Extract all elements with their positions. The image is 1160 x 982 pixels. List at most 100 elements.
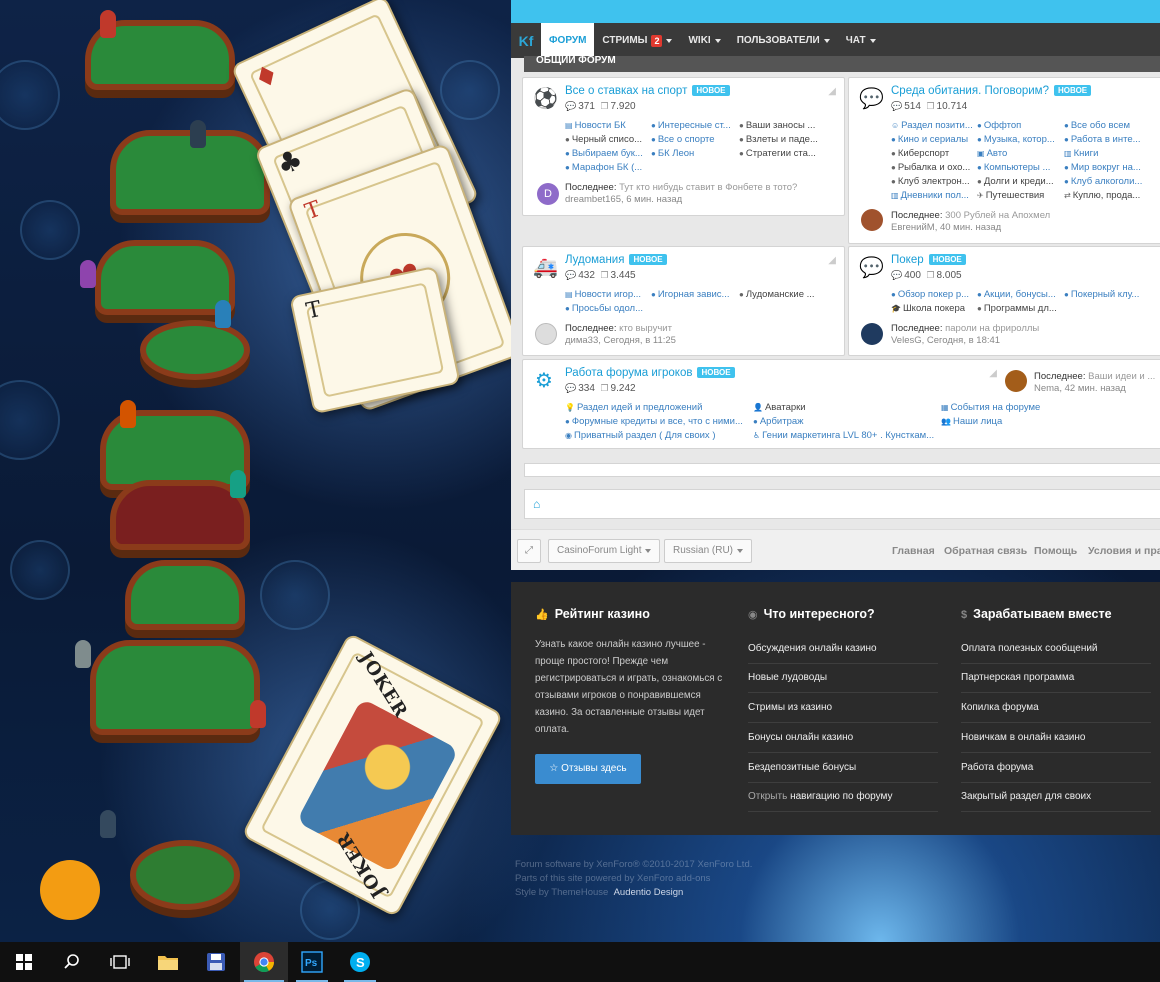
subforum-link[interactable]: ▥ Книги	[1064, 148, 1154, 159]
subforum-link[interactable]: ● Оффтоп	[977, 120, 1064, 131]
photoshop-taskbar-button[interactable]: Ps	[288, 942, 336, 982]
nav-wiki[interactable]: WIKI	[680, 23, 728, 58]
expand-icon[interactable]: ⤢	[517, 539, 541, 563]
subforum-link[interactable]: ● Киберспорт	[891, 148, 977, 159]
avatar[interactable]: D	[537, 183, 559, 205]
rss-icon[interactable]: ◢	[989, 368, 997, 379]
subforum-link[interactable]: ▦ События на форуме	[941, 402, 1091, 413]
subforum-link[interactable]: ● Арбитраж	[753, 416, 941, 427]
footer-link[interactable]: Новые лудоводы	[748, 672, 938, 693]
forum-title-link[interactable]: Работа форума игроков НОВОЕ	[565, 367, 735, 379]
site-logo[interactable]: Kf	[511, 23, 541, 58]
start-button[interactable]	[0, 942, 48, 982]
forum-title-link[interactable]: Покер НОВОЕ	[891, 254, 966, 266]
reviews-button[interactable]: ☆ Отзывы здесь	[535, 754, 641, 784]
subforum-link[interactable]: ▤ Новости игор...	[565, 289, 651, 300]
nav-streams[interactable]: СТРИМЫ 2	[594, 23, 680, 58]
save-app-button[interactable]	[192, 942, 240, 982]
subforum-link[interactable]: ◉ Приватный раздел ( Для своих )	[565, 430, 753, 441]
subforum-link[interactable]: 👥 Наши лица	[941, 416, 1091, 427]
subforum-link[interactable]: ● Долги и креди...	[977, 176, 1064, 187]
footer-link[interactable]: Бонусы онлайн казино	[748, 732, 938, 753]
subforum-link[interactable]: ● Клуб электрон...	[891, 176, 977, 187]
footer-link-terms[interactable]: Условия и правила	[1088, 545, 1160, 557]
subforum-link[interactable]: 👤 Аватарки	[753, 402, 941, 413]
footer-link-contact[interactable]: Обратная связь	[944, 545, 1027, 557]
last-post-link[interactable]: Ваши идеи и ...	[1088, 371, 1155, 382]
last-post-link[interactable]: Тут кто нибудь ставит в Фонбете в тото?	[619, 182, 797, 193]
footer-link[interactable]: Бездепозитные бонусы	[748, 762, 938, 783]
subforum-link[interactable]: ● Работа в инте...	[1064, 134, 1154, 145]
subforum-link[interactable]: ● Взлеты и паде...	[739, 134, 829, 145]
rss-icon[interactable]: ◢	[828, 255, 836, 266]
footer-link-home[interactable]: Главная	[892, 545, 935, 557]
subforum-link[interactable]: ✈ Путешествия	[977, 190, 1064, 201]
avatar[interactable]	[1005, 370, 1027, 392]
subforum-link[interactable]: ● Акции, бонусы...	[977, 289, 1064, 300]
subforum-link[interactable]: ⇄ Куплю, прода...	[1064, 190, 1154, 201]
footer-link[interactable]: Закрытый раздел для своих	[961, 791, 1151, 812]
subforum-link[interactable]: ● Рыбалка и охо...	[891, 162, 977, 173]
nav-users[interactable]: ПОЛЬЗОВАТЕЛИ	[729, 23, 838, 58]
last-post-link[interactable]: кто выручит	[619, 323, 672, 334]
subforum-link[interactable]: 💡 Раздел идей и предложений	[565, 402, 753, 413]
subforum-link[interactable]: ● Обзор покер р...	[891, 289, 977, 300]
file-explorer-button[interactable]	[144, 942, 192, 982]
subforum-link[interactable]: ● Покерный клу...	[1064, 289, 1154, 300]
footer-link-navigation[interactable]: Открыть навигацию по форуму	[748, 791, 938, 812]
skype-taskbar-button[interactable]: S	[336, 942, 384, 982]
forum-title-link[interactable]: Лудомания НОВОЕ	[565, 254, 667, 266]
subforum-link[interactable]: ● Ваши заносы ...	[739, 120, 829, 131]
search-button[interactable]	[48, 942, 96, 982]
subforum-link[interactable]: ● Музыка, котор...	[977, 134, 1064, 145]
avatar[interactable]	[535, 323, 557, 345]
nav-forum[interactable]: ФОРУМ	[541, 23, 595, 58]
avatar[interactable]	[861, 323, 883, 345]
subforum-link[interactable]: 🎓 Школа покера	[891, 303, 977, 314]
subforum-link[interactable]: ● Стратегии ста...	[739, 148, 829, 159]
subforum-link[interactable]: ● Просьбы одол...	[565, 303, 651, 314]
footer-link[interactable]: Работа форума	[961, 762, 1151, 783]
home-icon[interactable]: ⌂	[533, 497, 540, 511]
style-chooser[interactable]: CasinoForum Light	[548, 539, 661, 563]
subforum-link[interactable]: ▤ Новости БК	[565, 120, 650, 131]
subforum-link[interactable]: ● Компьютеры ...	[977, 162, 1064, 173]
task-view-button[interactable]	[96, 942, 144, 982]
subforum-link[interactable]: ♿ Гении маркетинга LVL 80+ . Кунсткам...	[753, 430, 941, 441]
forum-title-link[interactable]: Все о ставках на спорт НОВОЕ	[565, 85, 730, 97]
subforum-link[interactable]: ● Все обо всем	[1064, 120, 1154, 131]
subforum-link[interactable]: ▣ Авто	[977, 148, 1064, 159]
subforum-link[interactable]: ● Лудоманские ...	[739, 289, 829, 300]
forum-title-link[interactable]: Среда обитания. Поговорим? НОВОЕ	[891, 85, 1092, 97]
subforum-link[interactable]: ● Все о спорте	[651, 134, 739, 145]
subforum-link[interactable]: ● Клуб алкоголи...	[1064, 176, 1154, 187]
footer-link[interactable]: Оплата полезных сообщений	[961, 643, 1151, 664]
subforum-link[interactable]: ● Выбираем бук...	[565, 148, 650, 159]
nav-chat[interactable]: ЧАТ	[838, 23, 884, 58]
rss-icon[interactable]: ◢	[828, 86, 836, 97]
subforum-link[interactable]: ● Кино и сериалы	[891, 134, 977, 145]
last-post-link[interactable]: пароли на фрироллы	[945, 323, 1039, 334]
subforum-link[interactable]: ● БК Леон	[651, 148, 739, 159]
design-credit-link[interactable]: Audentio Design	[614, 887, 684, 898]
last-post-link[interactable]: 300 Рублей на Апохмел	[945, 210, 1050, 221]
subforum-link[interactable]: ● Черный списо...	[565, 134, 650, 145]
avatar[interactable]	[861, 209, 883, 231]
footer-link[interactable]: Партнерская программа	[961, 672, 1151, 693]
subforum-link[interactable]: ● Игорная завис...	[651, 289, 739, 300]
subforum-link[interactable]: ● Марафон БК (...	[565, 162, 650, 173]
subforum-link[interactable]: ● Мир вокруг на...	[1064, 162, 1154, 173]
subforum-link[interactable]: ● Интересные ст...	[651, 120, 739, 131]
subforum-link[interactable]: ☺ Раздел позити...	[891, 120, 977, 131]
footer-link[interactable]: Обсуждения онлайн казино	[748, 643, 938, 664]
subforum-link[interactable]: ● Форумные кредиты и все, что с ними...	[565, 416, 753, 427]
footer-link[interactable]: Копилка форума	[961, 702, 1151, 723]
chrome-taskbar-button[interactable]	[240, 942, 288, 982]
footer-link-help[interactable]: Помощь	[1034, 545, 1077, 557]
footer-link[interactable]: Стримы из казино	[748, 702, 938, 723]
language-chooser[interactable]: Russian (RU)	[664, 539, 753, 563]
footer-link[interactable]: Новичкам в онлайн казино	[961, 732, 1151, 753]
subforum-link[interactable]: ● Программы дл...	[977, 303, 1064, 314]
subforum-link[interactable]: ▥ Дневники пол...	[891, 190, 977, 201]
last-post-info: Последнее: 300 Рублей на Апохмел ЕвгенийМ…	[891, 210, 1051, 233]
